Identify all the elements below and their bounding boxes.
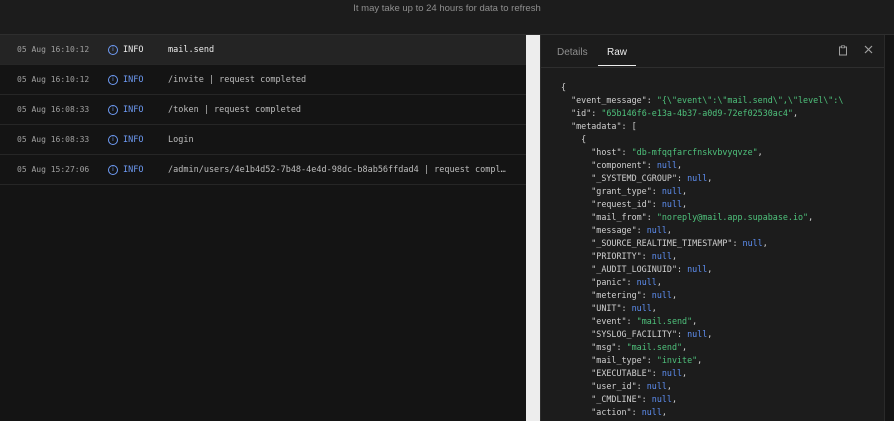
info-icon: i bbox=[108, 134, 118, 145]
json-line: "metadata": [ bbox=[571, 121, 637, 131]
panel-divider[interactable] bbox=[526, 35, 540, 421]
json-line: "msg": "mail.send", bbox=[591, 342, 688, 352]
json-line: "event_message": "{\"event\":\"mail.send… bbox=[571, 95, 844, 105]
log-timestamp: 05 Aug 16:08:33 bbox=[17, 135, 90, 144]
json-line: "mail_type": "invite", bbox=[591, 355, 703, 365]
log-message: mail.send bbox=[168, 44, 215, 55]
raw-json-view: { "event_message": "{\"event\":\"mail.se… bbox=[561, 81, 885, 419]
copy-icon[interactable] bbox=[837, 45, 849, 57]
log-list: 05 Aug 16:10:12 i INFO mail.send 05 Aug … bbox=[0, 35, 526, 421]
json-line: "user_id": null, bbox=[591, 381, 672, 391]
log-message: /admin/users/4e1b4d52-7b48-4e4d-98dc-b8a… bbox=[168, 164, 506, 175]
json-line: "message": null, bbox=[591, 225, 672, 235]
json-line: "action": null, bbox=[591, 407, 667, 417]
json-line: "SYSLOG_FACILITY": null, bbox=[591, 329, 713, 339]
log-timestamp: 05 Aug 16:08:33 bbox=[17, 105, 90, 114]
log-message: /token | request completed bbox=[168, 104, 302, 115]
log-row[interactable]: 05 Aug 16:10:12 i INFO mail.send bbox=[0, 35, 526, 65]
json-line: "_AUDIT_LOGINUID": null, bbox=[591, 264, 713, 274]
log-level: i INFO bbox=[108, 74, 144, 85]
json-line: "UNIT": null, bbox=[591, 303, 657, 313]
json-line: "_SOURCE_REALTIME_TIMESTAMP": null, bbox=[591, 238, 768, 248]
log-timestamp: 05 Aug 15:27:06 bbox=[17, 165, 90, 174]
scrollbar[interactable] bbox=[884, 35, 894, 421]
active-tab-indicator bbox=[598, 65, 636, 66]
log-level-label: INFO bbox=[123, 74, 144, 85]
log-level-label: INFO bbox=[123, 164, 144, 175]
refresh-notice: It may take up to 24 hours for data to r… bbox=[353, 3, 541, 14]
json-line: "panic": null, bbox=[591, 277, 662, 287]
log-timestamp: 05 Aug 16:10:12 bbox=[17, 75, 90, 84]
json-line: "EXECUTABLE": null, bbox=[591, 368, 688, 378]
json-line: "grant_type": null, bbox=[591, 186, 688, 196]
info-icon: i bbox=[108, 104, 118, 115]
log-timestamp: 05 Aug 16:10:12 bbox=[17, 45, 90, 54]
json-line: "request_id": null, bbox=[591, 199, 688, 209]
json-line: "component": null, bbox=[591, 160, 683, 170]
log-level: i INFO bbox=[108, 44, 144, 55]
json-line: "metering": null, bbox=[591, 290, 677, 300]
json-line: "mail_from": "noreply@mail.app.supabase.… bbox=[591, 212, 814, 222]
json-line: "_CMDLINE": null, bbox=[591, 394, 677, 404]
log-level: i INFO bbox=[108, 104, 144, 115]
log-level-label: INFO bbox=[123, 104, 144, 115]
log-message: Login bbox=[168, 134, 194, 145]
json-line: "id": "65b146f6-e13a-4b37-a0d9-72ef02530… bbox=[571, 108, 799, 118]
info-icon: i bbox=[108, 44, 118, 55]
info-icon: i bbox=[108, 74, 118, 85]
top-bar: It may take up to 24 hours for data to r… bbox=[0, 0, 894, 35]
json-line: "_SYSTEMD_CGROUP": null, bbox=[591, 173, 713, 183]
log-message: /invite | request completed bbox=[168, 74, 307, 85]
tab-details[interactable]: Details bbox=[557, 47, 588, 58]
info-icon: i bbox=[108, 164, 118, 175]
tab-raw[interactable]: Raw bbox=[607, 47, 627, 58]
log-level-label: INFO bbox=[123, 134, 144, 145]
log-level: i INFO bbox=[108, 134, 144, 145]
json-line: "PRIORITY": null, bbox=[591, 251, 677, 261]
log-level: i INFO bbox=[108, 164, 144, 175]
json-line: "event": "mail.send", bbox=[591, 316, 698, 326]
log-detail-panel: Details Raw { "event_message": "{\"event… bbox=[540, 35, 894, 421]
json-line: "host": "db-mfqqfarcfnskvbvyqvze", bbox=[591, 147, 763, 157]
log-row[interactable]: 05 Aug 16:10:12 i INFO /invite | request… bbox=[0, 65, 526, 95]
json-line: { bbox=[581, 134, 587, 144]
log-row[interactable]: 05 Aug 16:08:33 i INFO Login bbox=[0, 125, 526, 155]
log-row[interactable]: 05 Aug 16:08:33 i INFO /token | request … bbox=[0, 95, 526, 125]
log-level-label: INFO bbox=[123, 44, 144, 55]
log-row[interactable]: 05 Aug 15:27:06 i INFO /admin/users/4e1b… bbox=[0, 155, 526, 185]
json-line: { bbox=[561, 82, 567, 92]
close-icon[interactable] bbox=[862, 45, 874, 57]
detail-tabs: Details Raw bbox=[541, 35, 885, 68]
